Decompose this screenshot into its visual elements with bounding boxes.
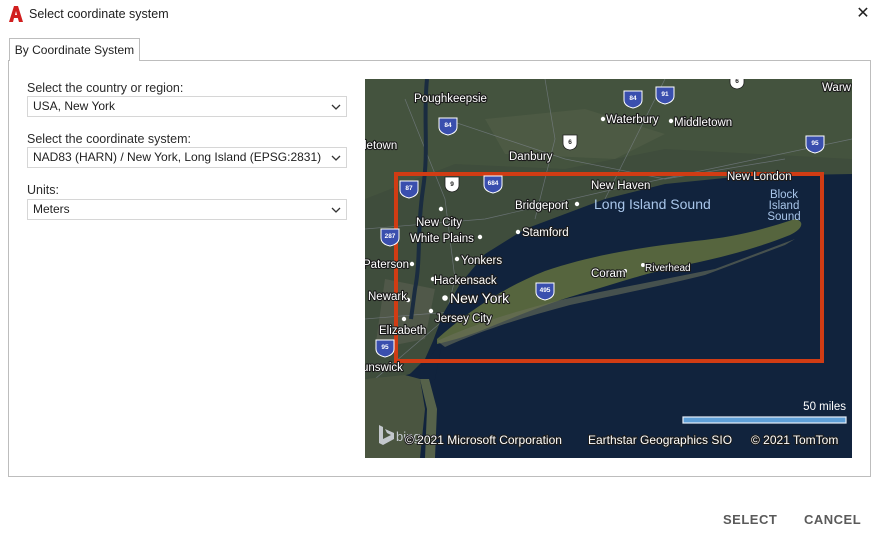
shield-label: 9 [450,181,454,188]
place-label: letown [365,140,397,152]
country-label: Select the country or region: [27,81,184,95]
place-label: Warw [822,82,852,94]
shield-label: 6 [735,79,739,85]
country-select[interactable]: USA, New York [27,96,347,117]
shield-label: 84 [629,95,637,102]
place-label: New London [727,171,792,183]
place-label: New Haven [591,180,650,192]
place-label: Hackensack [434,275,497,287]
place-label: unswick [365,362,403,374]
place-label: Waterbury [606,114,659,126]
place-label: Paterson [365,259,409,271]
place-label: Stamford [522,227,569,239]
place-label: Poughkeepsie [414,93,487,105]
shield-label: 6 [568,139,572,146]
country-value: USA, New York [33,99,116,113]
coordinate-system-select[interactable]: NAD83 (HARN) / New York, Long Island (EP… [27,147,347,168]
scale-bar [682,416,847,424]
attribution-text: Earthstar Geographics SIO [588,433,732,447]
shield-label: 495 [540,287,551,294]
shield-label: 287 [385,233,396,240]
place-label: Elizabeth [379,325,426,337]
scale-label: 50 miles [803,401,846,413]
cancel-button[interactable]: CANCEL [804,512,861,527]
attribution-text: © 2021 Microsoft Corporation [405,433,562,447]
chevron-down-icon [331,155,341,161]
units-value: Meters [33,202,70,216]
autocad-a-icon [9,6,23,22]
units-select[interactable]: Meters [27,199,347,220]
coordinate-system-label: Select the coordinate system: [27,132,191,146]
place-label: New City [416,217,462,229]
chevron-down-icon [331,207,341,213]
attribution-text: © 2021 TomTom [751,433,838,447]
shield-label: 84 [444,122,452,129]
shield-label: 95 [381,344,389,351]
shield-label: 684 [488,180,499,187]
shield-label: 91 [661,91,669,98]
place-label: Danbury [509,151,553,163]
shield-label: 87 [405,185,413,192]
place-label-major: New York [450,290,510,306]
title-bar: Select coordinate system ✕ [0,0,880,30]
units-label: Units: [27,183,59,197]
close-icon[interactable]: ✕ [853,5,873,23]
place-label: Middletown [674,117,732,129]
chevron-down-icon [331,104,341,110]
place-label: Riverhead [645,263,691,274]
water-label-line: Sound [767,211,800,223]
place-label: White Plains [410,233,474,245]
place-label: Bridgeport [515,200,569,212]
place-label: Coram [591,268,626,280]
select-button[interactable]: SELECT [723,512,777,527]
shield-label: 95 [811,140,819,147]
place-label: Yonkers [461,255,502,267]
place-label: Newark [368,291,407,303]
map-canvas: 84 91 84 6 95 87 9 684 287 495 95 6 Poug [365,79,852,458]
tab-by-coordinate-system[interactable]: By Coordinate System [9,38,140,61]
place-label: Jersey City [435,313,492,325]
coordinate-system-value: NAD83 (HARN) / New York, Long Island (EP… [33,150,322,164]
water-label: Long Island Sound [594,196,711,212]
map-view[interactable]: 84 91 84 6 95 87 9 684 287 495 95 6 Poug [365,79,852,458]
window-title: Select coordinate system [29,7,169,21]
